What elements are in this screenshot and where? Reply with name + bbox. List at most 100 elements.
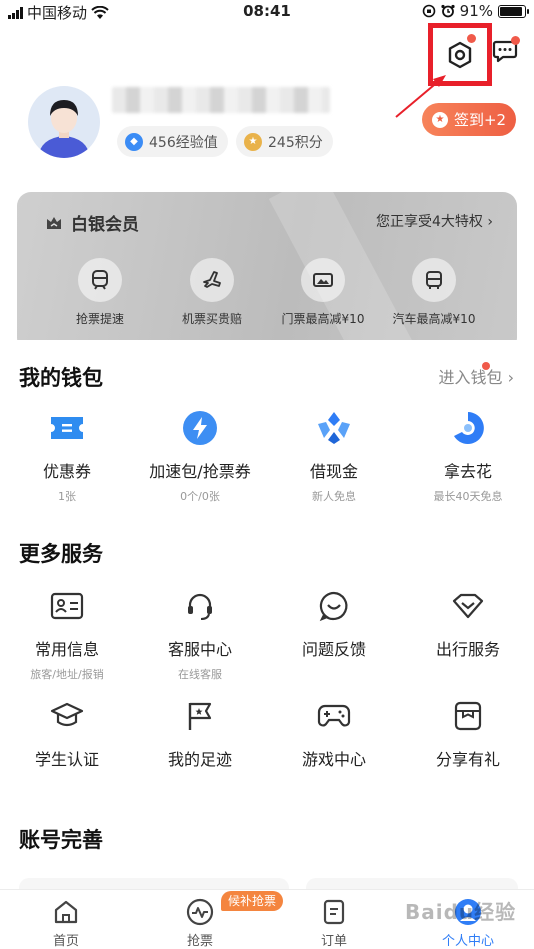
diamond-outline-icon: [450, 588, 486, 624]
diamond-icon: ◆: [125, 132, 143, 151]
tab-orders[interactable]: 订单: [284, 898, 384, 949]
flag-icon: [182, 698, 218, 734]
main-sheet: 我的钱包 进入钱包 › 优惠券 1张 加速包/抢票券 0个/0张 借现金 新人免…: [0, 340, 534, 900]
service-item-share[interactable]: 分享有礼: [401, 698, 534, 770]
service-item-info[interactable]: 常用信息 旅客/地址/报销: [0, 588, 134, 682]
waitlist-badge: 候补抢票: [221, 891, 284, 911]
perk-label: 机票买贵赔: [181, 312, 242, 326]
item-label: 出行服务: [435, 640, 500, 659]
rotation-lock-icon: [422, 4, 435, 18]
item-sub: 旅客/地址/报销: [30, 668, 104, 681]
membership-card[interactable]: 白银会员 您正享受4大特权 › 抢票提速 机票买贵赔 门票最高减¥10 汽车最高…: [17, 192, 517, 352]
pulse-icon: [186, 898, 214, 926]
points-text: 245积分: [268, 134, 323, 151]
service-item-support[interactable]: 客服中心 在线客服: [133, 588, 267, 682]
cash-icon: [316, 410, 352, 446]
item-label: 游戏中心: [301, 750, 366, 769]
messages-button[interactable]: [492, 36, 520, 64]
lightning-icon: [182, 410, 218, 446]
membership-title: 白银会员: [45, 210, 139, 235]
home-icon: [52, 898, 80, 926]
baidu-watermark: Baidu经验: [405, 900, 517, 924]
service-item-travel[interactable]: 出行服务: [401, 588, 534, 666]
coupon-icon: [49, 410, 85, 446]
services-title: 更多服务: [19, 542, 103, 566]
enter-wallet-link[interactable]: 进入钱包 ›: [438, 362, 514, 388]
perk-label: 汽车最高减¥10: [392, 312, 476, 326]
item-label: 拿去花: [443, 462, 492, 481]
train-icon: [78, 258, 122, 302]
status-bar: 中国移动 08:41 91%: [0, 0, 534, 22]
alarm-icon: [441, 4, 455, 18]
item-label: 我的足迹: [167, 750, 232, 769]
graduation-cap-icon: [49, 698, 85, 734]
username-blurred: [112, 87, 330, 113]
perks-link-text: 您正享受4大特权: [376, 214, 483, 230]
id-card-icon: [49, 588, 85, 624]
bus-icon: [412, 258, 456, 302]
chevron-right-icon: ›: [507, 368, 514, 387]
item-sub: 新人免息: [312, 490, 356, 503]
item-label: 客服中心: [167, 640, 232, 659]
avatar[interactable]: [28, 86, 100, 158]
perk-item[interactable]: 门票最高减¥10: [268, 258, 378, 327]
wallet-title: 我的钱包: [19, 366, 103, 390]
item-label: 加速包/抢票券: [149, 462, 251, 481]
battery-icon: [498, 4, 529, 18]
item-label: 学生认证: [34, 750, 99, 769]
item-sub: 0个/0张: [180, 490, 220, 503]
tab-label: 个人中心: [441, 934, 494, 949]
avatar-illustration: [38, 100, 90, 158]
battery-fill: [500, 6, 522, 16]
perk-item[interactable]: 机票买贵赔: [157, 258, 267, 327]
star-icon: ★: [244, 132, 262, 151]
plane-icon: [190, 258, 234, 302]
item-sub: 1张: [58, 490, 76, 503]
wallet-item-boost[interactable]: 加速包/抢票券 0个/0张: [133, 410, 267, 504]
membership-perks-link[interactable]: 您正享受4大特权 ›: [376, 211, 493, 231]
perk-label: 门票最高减¥10: [281, 312, 365, 326]
checkin-label: 签到+2: [453, 111, 507, 129]
account-title: 账号完善: [19, 828, 103, 852]
wallet-item-credit[interactable]: 拿去花 最长40天免息: [401, 410, 534, 504]
gift-icon: [450, 698, 486, 734]
experience-badge[interactable]: ◆ 456经验值: [117, 126, 228, 157]
gamepad-icon: [316, 698, 352, 734]
service-item-footprint[interactable]: 我的足迹: [133, 698, 267, 770]
wallet-badge-dot: [482, 362, 490, 370]
battery-percent: 91%: [459, 2, 493, 20]
feedback-icon: [316, 588, 352, 624]
perk-label: 抢票提速: [75, 312, 124, 326]
service-item-games[interactable]: 游戏中心: [267, 698, 401, 770]
item-label: 优惠券: [42, 462, 91, 481]
experience-text: 456经验值: [149, 134, 218, 151]
tab-home[interactable]: 首页: [16, 898, 116, 949]
tab-label: 首页: [52, 934, 79, 949]
star-icon: ★: [431, 111, 448, 128]
item-label: 问题反馈: [301, 640, 366, 659]
item-sub: 在线客服: [178, 668, 222, 681]
status-right: 91%: [422, 2, 529, 20]
messages-badge-dot: [511, 36, 520, 45]
membership-level: 白银会员: [71, 215, 139, 235]
tab-label: 抢票: [186, 934, 213, 949]
points-badge[interactable]: ★ 245积分: [236, 126, 333, 157]
perk-item[interactable]: 抢票提速: [45, 258, 155, 327]
order-icon: [320, 898, 348, 926]
item-label: 借现金: [309, 462, 358, 481]
settings-badge-dot: [467, 34, 476, 43]
gear-icon: [448, 41, 472, 68]
settings-button[interactable]: [428, 23, 492, 86]
headset-icon: [182, 588, 218, 624]
perk-item[interactable]: 汽车最高减¥10: [379, 258, 489, 327]
tab-label: 订单: [320, 934, 347, 949]
wallet-item-cash[interactable]: 借现金 新人免息: [267, 410, 401, 504]
item-label: 常用信息: [34, 640, 99, 659]
checkin-button[interactable]: ★ 签到+2: [422, 103, 516, 136]
credit-icon: [450, 410, 486, 446]
item-sub: 最长40天免息: [433, 490, 503, 503]
wallet-item-coupon[interactable]: 优惠券 1张: [0, 410, 134, 504]
service-item-feedback[interactable]: 问题反馈: [267, 588, 401, 666]
service-item-student[interactable]: 学生认证: [0, 698, 134, 770]
wallet-link-text: 进入钱包: [438, 368, 503, 387]
